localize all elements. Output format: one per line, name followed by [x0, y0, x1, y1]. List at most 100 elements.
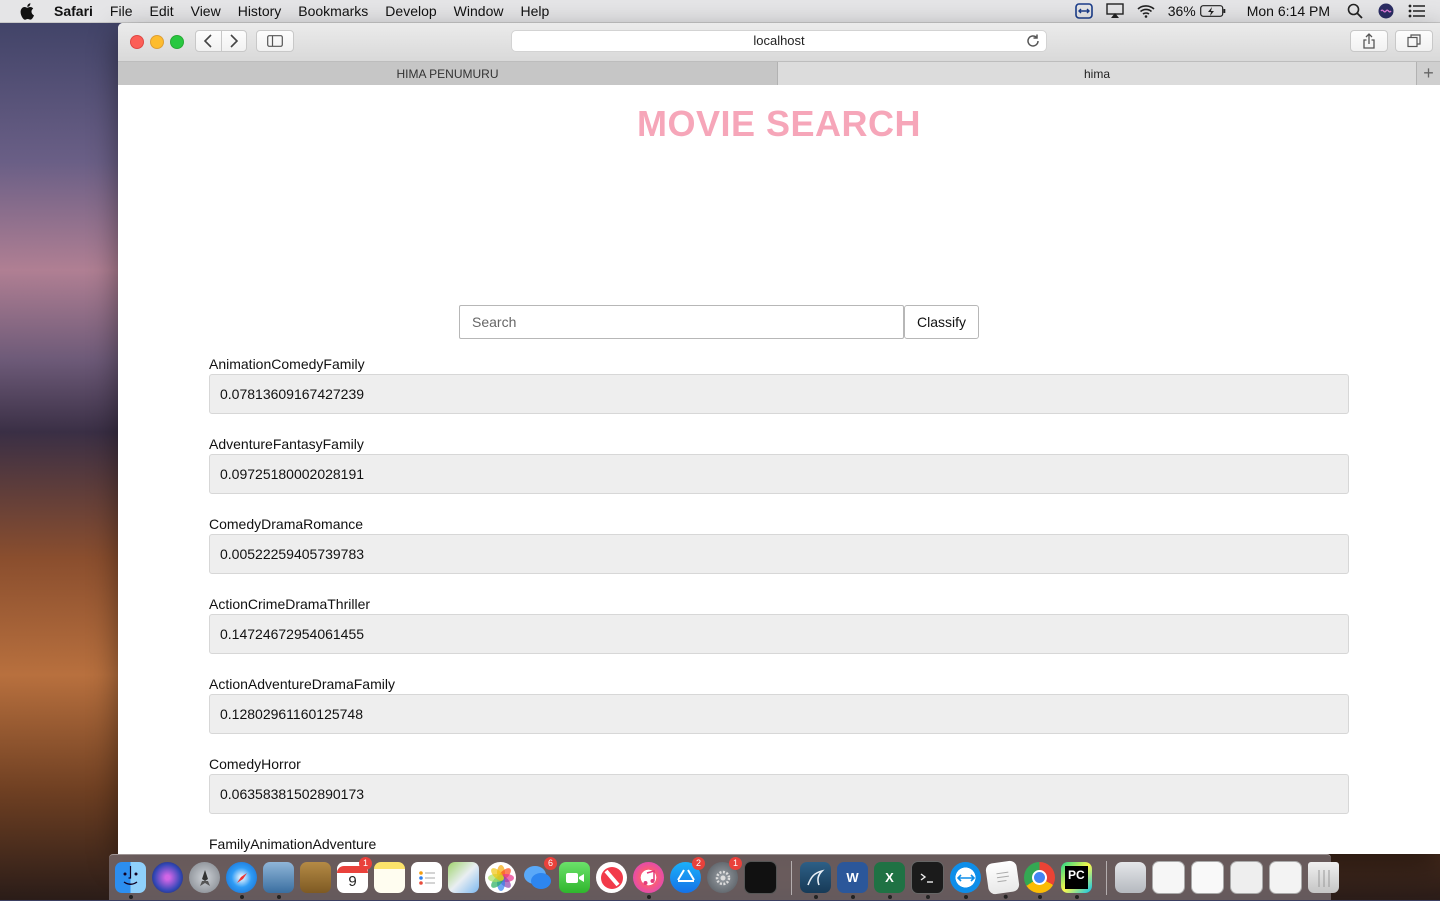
clock[interactable]: Mon 6:14 PM — [1247, 3, 1330, 19]
wifi-icon[interactable] — [1137, 3, 1155, 19]
minimized-window-icon[interactable] — [1230, 861, 1263, 894]
excel-icon[interactable]: X — [874, 862, 905, 899]
tab-hima[interactable]: hima — [778, 62, 1416, 85]
running-indicator — [1038, 895, 1042, 899]
classify-button[interactable]: Classify — [904, 305, 979, 339]
teamviewer-icon[interactable] — [950, 862, 981, 899]
apple-icon[interactable] — [20, 2, 36, 20]
back-button[interactable] — [196, 31, 221, 51]
score-field[interactable]: 0.07813609167427239 — [209, 374, 1349, 414]
menu-develop[interactable]: Develop — [385, 3, 436, 19]
menu-help[interactable]: Help — [520, 3, 549, 19]
pycharm-icon[interactable]: PC — [1061, 862, 1092, 899]
photos-icon[interactable] — [485, 862, 516, 893]
score-field[interactable]: 0.12802961160125748 — [209, 694, 1349, 734]
score-field[interactable]: 0.14724672954061455 — [209, 614, 1349, 654]
menu-file[interactable]: File — [110, 3, 133, 19]
calendar-icon[interactable]: 9 1 — [337, 857, 372, 893]
console-icon[interactable] — [744, 861, 777, 894]
word-icon[interactable]: W — [837, 862, 868, 899]
menu-safari[interactable]: Safari — [54, 3, 93, 19]
trash-icon[interactable] — [1308, 862, 1339, 893]
minimized-window-icon[interactable] — [1269, 861, 1302, 894]
share-icon — [1363, 33, 1375, 49]
zoom-window-button[interactable] — [170, 35, 184, 49]
menu-bookmarks[interactable]: Bookmarks — [298, 3, 368, 19]
reminders-icon[interactable] — [411, 862, 442, 893]
score-field[interactable]: 0.06358381502890173 — [209, 774, 1349, 814]
menu-view[interactable]: View — [191, 3, 221, 19]
genre-label: ActionAdventureDramaFamily — [209, 676, 395, 692]
chrome-icon[interactable] — [1024, 862, 1055, 899]
address-text: localhost — [753, 33, 805, 48]
menu-window[interactable]: Window — [454, 3, 504, 19]
facetime-icon[interactable] — [559, 862, 590, 893]
siri-icon[interactable] — [1377, 3, 1395, 19]
mysql-workbench-icon[interactable] — [800, 862, 831, 899]
battery-percent[interactable]: 36% — [1168, 3, 1196, 19]
downloads-folder-icon[interactable] — [1115, 862, 1146, 893]
minimized-window-icon[interactable] — [1152, 861, 1185, 894]
notes-icon[interactable] — [374, 862, 405, 893]
calendar-day: 9 — [348, 872, 357, 890]
running-indicator — [851, 895, 855, 899]
dock: 9 1 6 2 1 W X PC — [109, 854, 1339, 900]
search-input[interactable] — [459, 305, 904, 339]
sidebar-toggle-button[interactable] — [256, 30, 294, 52]
news-icon[interactable] — [596, 862, 627, 893]
share-button[interactable] — [1350, 30, 1388, 52]
teamviewer-status-icon[interactable] — [1074, 3, 1093, 19]
word-letter: W — [846, 870, 859, 885]
minimize-window-button[interactable] — [150, 35, 164, 49]
spotlight-search-icon[interactable] — [1346, 3, 1364, 19]
preview-icon[interactable] — [263, 862, 294, 899]
notebook-icon[interactable] — [300, 862, 331, 893]
textedit-icon[interactable] — [984, 859, 1021, 899]
tab-label: HIMA PENUMURU — [396, 66, 499, 81]
tabs-overview-icon — [1407, 34, 1421, 48]
show-all-tabs-button[interactable] — [1395, 30, 1433, 52]
running-indicator — [129, 895, 133, 899]
reload-icon[interactable] — [1025, 33, 1041, 49]
siri-app-icon[interactable] — [152, 862, 183, 893]
finder-icon[interactable] — [115, 862, 146, 899]
result-item: FamilyAnimationAdventure — [209, 835, 1349, 854]
tab-hima-penumuru[interactable]: HIMA PENUMURU — [118, 62, 778, 85]
result-item: ComedyDramaRomance 0.00522259405739783 — [209, 515, 1349, 595]
itunes-icon[interactable] — [633, 862, 664, 899]
tab-label: hima — [1083, 66, 1110, 81]
genre-label: ActionCrimeDramaThriller — [209, 596, 371, 612]
safari-app-icon[interactable] — [226, 862, 257, 899]
chrome-center — [1032, 870, 1047, 885]
score-field[interactable]: 0.09725180002028191 — [209, 454, 1349, 494]
launchpad-icon[interactable] — [189, 862, 220, 893]
minimized-window-icon[interactable] — [1191, 861, 1224, 894]
running-indicator — [1003, 894, 1008, 899]
forward-button[interactable] — [222, 31, 247, 51]
new-tab-button[interactable]: + — [1416, 62, 1440, 85]
result-item: ActionAdventureDramaFamily 0.12802961160… — [209, 675, 1349, 755]
battery-charging-icon[interactable] — [1199, 3, 1226, 19]
menu-history[interactable]: History — [238, 3, 282, 19]
dock-separator — [1106, 860, 1107, 895]
result-item: ActionCrimeDramaThriller 0.1472467295406… — [209, 595, 1349, 675]
menu-bar: Safari File Edit View History Bookmarks … — [0, 0, 1440, 23]
result-item: AnimationComedyFamily 0.0781360916742723… — [209, 355, 1349, 435]
browser-toolbar: localhost — [118, 23, 1440, 61]
messages-icon[interactable]: 6 — [522, 857, 557, 893]
running-indicator — [647, 895, 651, 899]
score-field[interactable]: 0.00522259405739783 — [209, 534, 1349, 574]
address-bar[interactable]: localhost — [511, 30, 1047, 52]
chevron-left-icon — [204, 34, 212, 48]
chevron-right-icon — [230, 34, 238, 48]
notification-center-icon[interactable] — [1408, 3, 1426, 19]
running-indicator — [964, 895, 968, 899]
close-window-button[interactable] — [130, 35, 144, 49]
system-preferences-badge: 1 — [729, 857, 742, 870]
maps-icon[interactable] — [448, 862, 479, 893]
system-preferences-icon[interactable]: 1 — [707, 857, 742, 893]
app-store-icon[interactable]: 2 — [670, 857, 705, 893]
terminal-icon[interactable] — [911, 861, 944, 899]
menu-edit[interactable]: Edit — [149, 3, 173, 19]
airplay-icon[interactable] — [1106, 3, 1124, 19]
